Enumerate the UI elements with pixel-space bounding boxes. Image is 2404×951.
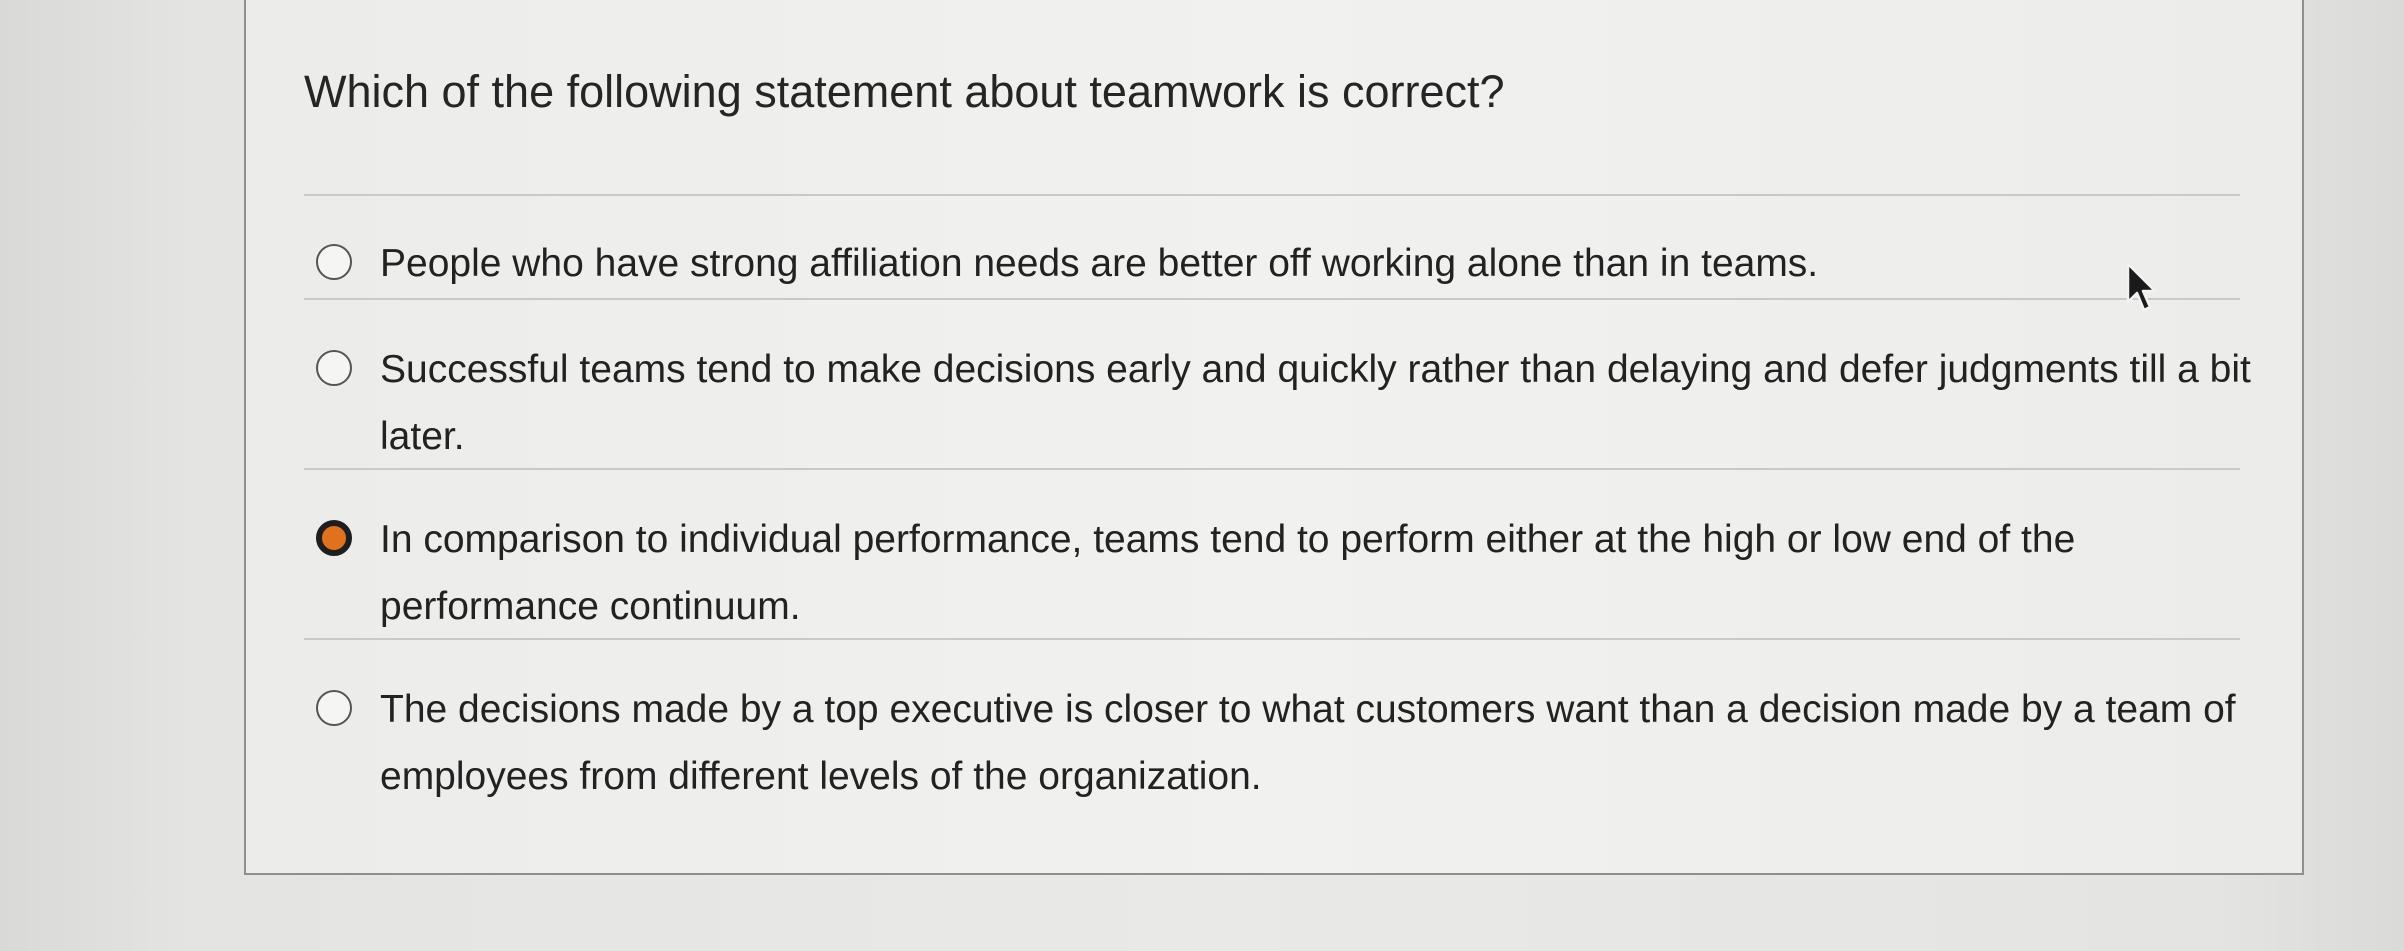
radio-button-option-3-selected[interactable]	[316, 520, 352, 556]
option-label-2: Successful teams tend to make decisions …	[380, 348, 2251, 458]
option-label-4: The decisions made by a top executive is…	[380, 688, 2236, 798]
divider	[304, 194, 2240, 196]
divider	[304, 638, 2240, 640]
question-text: Which of the following statement about t…	[304, 66, 1505, 117]
divider	[304, 298, 2240, 300]
question-card: Which of the following statement about t…	[244, 0, 2304, 875]
radio-button-option-4[interactable]	[316, 690, 352, 726]
option-label-1: People who have strong affiliation needs…	[380, 242, 1819, 285]
radio-button-option-1[interactable]	[316, 244, 352, 280]
radio-button-option-2[interactable]	[316, 350, 352, 386]
divider	[304, 468, 2240, 470]
mouse-pointer-icon	[2126, 262, 2157, 312]
option-label-3: In comparison to individual performance,…	[380, 518, 2076, 628]
